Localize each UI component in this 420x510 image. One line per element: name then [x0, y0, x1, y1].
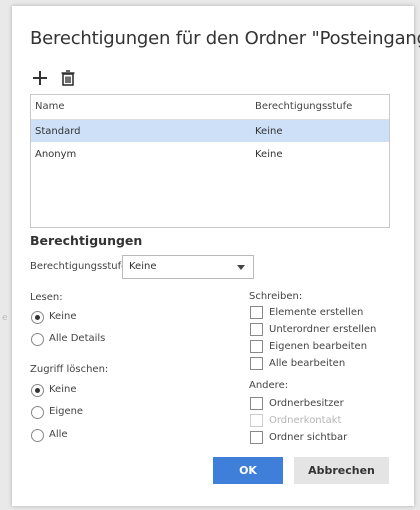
column-header-level: Berechtigungsstufe	[255, 101, 353, 112]
table-header: Name Berechtigungsstufe	[31, 95, 389, 120]
row-name: Anonym	[35, 149, 77, 160]
create-subfolders-checkbox[interactable]	[250, 323, 263, 336]
folder-owner-label[interactable]: Ordnerbesitzer	[269, 398, 344, 409]
delete-none-label[interactable]: Keine	[49, 384, 76, 395]
cancel-button[interactable]: Abbrechen	[294, 457, 389, 484]
edit-all-label[interactable]: Alle bearbeiten	[269, 358, 345, 369]
delete-label: Zugriff löschen:	[30, 364, 109, 375]
dialog-title: Berechtigungen für den Ordner "Posteinga…	[30, 28, 420, 49]
create-items-label[interactable]: Elemente erstellen	[269, 307, 363, 318]
folder-contact-label: Ordnerkontakt	[269, 415, 342, 426]
permissions-heading: Berechtigungen	[30, 233, 143, 248]
folder-visible-label[interactable]: Ordner sichtbar	[269, 432, 347, 443]
folder-owner-checkbox[interactable]	[250, 397, 263, 410]
delete-none-radio[interactable]	[31, 384, 44, 397]
table-row[interactable]: Standard Keine	[31, 120, 389, 142]
read-none-radio[interactable]	[31, 311, 44, 324]
delete-own-radio[interactable]	[31, 406, 44, 419]
delete-own-label[interactable]: Eigene	[49, 406, 83, 417]
read-label: Lesen:	[30, 292, 63, 303]
edit-own-label[interactable]: Eigenen bearbeiten	[269, 341, 367, 352]
row-level: Keine	[255, 126, 283, 137]
background-text-fragment: e	[2, 313, 8, 323]
read-all-details-radio[interactable]	[31, 333, 44, 346]
read-none-label[interactable]: Keine	[49, 311, 76, 322]
create-subfolders-label[interactable]: Unterordner erstellen	[269, 324, 376, 335]
row-name: Standard	[35, 126, 81, 137]
edit-all-checkbox[interactable]	[250, 357, 263, 370]
read-all-details-label[interactable]: Alle Details	[49, 333, 105, 344]
ok-button[interactable]: OK	[213, 457, 283, 484]
level-label: Berechtigungsstufe:	[30, 261, 131, 272]
column-header-name: Name	[35, 101, 65, 112]
delete-all-label[interactable]: Alle	[49, 429, 68, 440]
level-select[interactable]: Keine	[122, 255, 254, 279]
folder-visible-checkbox[interactable]	[250, 431, 263, 444]
row-level: Keine	[255, 149, 283, 160]
delete-all-radio[interactable]	[31, 429, 44, 442]
plus-icon[interactable]	[30, 68, 50, 88]
write-label: Schreiben:	[249, 291, 303, 302]
create-items-checkbox[interactable]	[250, 306, 263, 319]
folder-contact-checkbox	[250, 414, 263, 427]
other-label: Andere:	[249, 380, 289, 391]
trash-icon[interactable]	[58, 68, 78, 88]
permissions-dialog: Berechtigungen für den Ordner "Posteinga…	[12, 6, 420, 506]
table-row[interactable]: Anonym Keine	[31, 143, 389, 165]
level-select-value: Keine	[129, 261, 157, 272]
chevron-down-icon	[237, 265, 245, 270]
permissions-table: Name Berechtigungsstufe Standard Keine A…	[30, 94, 390, 228]
edit-own-checkbox[interactable]	[250, 340, 263, 353]
